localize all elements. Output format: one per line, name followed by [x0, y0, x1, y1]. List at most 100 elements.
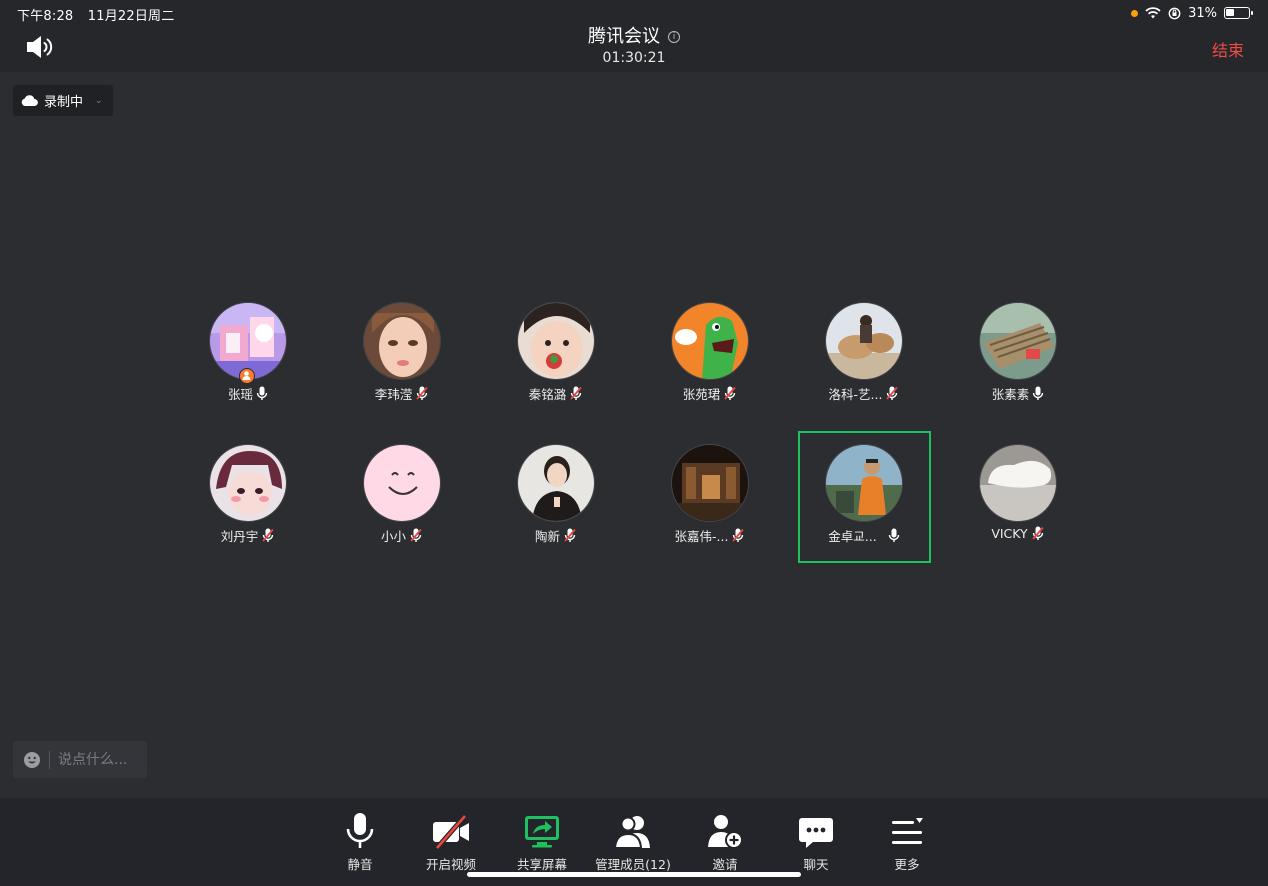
participant-tile[interactable]: 张苑珺 [650, 302, 770, 412]
top-bar: 下午8:28 11月22日周二 31% 腾讯会议 i 01:30:21 结束 [0, 0, 1268, 72]
meeting-timer: 01:30:21 [602, 50, 666, 66]
mute-button[interactable]: 静音 [320, 812, 400, 878]
invite-button[interactable]: 邀请 [685, 812, 765, 878]
meeting-screen: 下午8:28 11月22日周二 31% 腾讯会议 i 01:30:21 结束 录… [0, 0, 1268, 886]
emoji-icon[interactable] [23, 751, 41, 769]
participant-tile[interactable]: 小小 [342, 444, 462, 554]
add-user-icon [708, 815, 743, 849]
avatar [517, 302, 595, 380]
avatar [209, 444, 287, 522]
participant-name: 陶新 [534, 529, 560, 544]
mic-muted-icon [262, 528, 274, 542]
mic-muted-icon [564, 528, 576, 542]
more-button[interactable]: 更多 [867, 812, 947, 878]
mic-muted-icon [416, 386, 428, 400]
participant-tile-active[interactable]: 金卓교... [804, 444, 924, 554]
participant-tile[interactable]: 陶新 [496, 444, 616, 554]
avatar [979, 302, 1057, 380]
mic-muted-icon [724, 386, 736, 400]
input-divider [49, 750, 50, 769]
mic-muted-icon [570, 386, 582, 400]
mic-icon [256, 386, 268, 400]
participant-name-row: 张苑珺 [650, 384, 770, 403]
participant-tile[interactable]: 张瑶 [188, 302, 308, 412]
more-label: 更多 [894, 857, 920, 872]
participant-name-row: 秦铭潞 [496, 384, 616, 403]
privacy-indicator-icon [1131, 9, 1139, 17]
avatar [671, 302, 749, 380]
cloud-icon [21, 95, 38, 106]
avatar [825, 444, 903, 522]
mic-muted-icon [732, 528, 745, 542]
participant-tile[interactable]: 张嘉伟-... [650, 444, 770, 554]
avatar [517, 444, 595, 522]
battery-percent: 31% [1188, 5, 1217, 21]
meeting-title-block: 腾讯会议 i 01:30:21 [0, 22, 1268, 66]
share-screen-label: 共享屏幕 [516, 857, 567, 872]
mic-icon [888, 528, 899, 542]
home-indicator[interactable] [467, 872, 801, 877]
start-video-label: 开启视频 [425, 857, 476, 872]
participant-name: 小小 [380, 529, 406, 544]
participant-name-row: VICKY [958, 526, 1078, 541]
start-video-button[interactable]: 开启视频 [411, 812, 491, 878]
end-meeting-button[interactable]: 结束 [1212, 37, 1244, 61]
orientation-lock-icon [1168, 7, 1181, 19]
host-badge-icon [239, 368, 255, 384]
participant-name: 张素素 [991, 387, 1030, 402]
video-off-icon [433, 814, 469, 850]
avatar [671, 444, 749, 522]
recording-label: 录制中 [44, 95, 84, 110]
mic-icon [1033, 386, 1044, 400]
meeting-title[interactable]: 腾讯会议 i [0, 22, 1268, 48]
chat-label: 聊天 [803, 857, 829, 872]
chat-bubble-icon [799, 818, 833, 848]
avatar [825, 302, 903, 380]
invite-label: 邀请 [712, 857, 738, 872]
participant-tile[interactable]: 张素素 [958, 302, 1078, 412]
participant-name: 金卓교... [828, 529, 877, 544]
participant-name: 秦铭潞 [528, 387, 567, 402]
participant-name: 李玮滢 [374, 387, 413, 402]
participant-name-row: 金卓교... [804, 526, 924, 545]
status-bar-right: 31% [1131, 5, 1253, 21]
wifi-icon [1145, 7, 1161, 19]
share-screen-button[interactable]: 共享屏幕 [502, 812, 582, 878]
manage-members-label: 管理成员(12) [595, 857, 671, 872]
more-menu-icon [892, 818, 923, 844]
info-icon[interactable]: i [668, 31, 680, 43]
members-icon [613, 816, 650, 849]
avatar [363, 302, 441, 380]
mute-label: 静音 [347, 857, 373, 872]
battery-icon [1224, 7, 1253, 19]
meeting-title-text: 腾讯会议 [588, 26, 660, 47]
participant-name: 洛科-艺... [828, 387, 883, 402]
chat-input-box[interactable] [13, 741, 147, 778]
participant-tile[interactable]: 秦铭潞 [496, 302, 616, 412]
chevron-down-icon: ⌄ [95, 95, 103, 106]
participant-tile[interactable]: 李玮滢 [342, 302, 462, 412]
mic-muted-icon [886, 386, 899, 400]
mic-muted-icon [410, 528, 422, 542]
participant-name-row: 张瑶 [188, 384, 308, 403]
avatar [979, 444, 1057, 522]
participant-name-row: 刘丹宇 [188, 526, 308, 545]
participant-tile[interactable]: 洛科-艺... [804, 302, 924, 412]
manage-members-button[interactable]: 管理成员(12) [593, 812, 673, 878]
participant-name: 张苑珺 [682, 387, 721, 402]
participant-name-row: 陶新 [496, 526, 616, 545]
participant-name-row: 张嘉伟-... [650, 526, 770, 545]
participant-name-row: 李玮滢 [342, 384, 462, 403]
share-screen-icon [525, 816, 559, 848]
avatar [363, 444, 441, 522]
chat-message-input[interactable] [58, 751, 138, 768]
participant-name: 张嘉伟-... [674, 529, 729, 544]
participant-name-row: 洛科-艺... [804, 384, 924, 403]
chat-button[interactable]: 聊天 [776, 812, 856, 878]
participant-tile[interactable]: VICKY [958, 444, 1078, 554]
participant-name-row: 小小 [342, 526, 462, 545]
recording-status-button[interactable]: 录制中 ⌄ [13, 85, 113, 116]
microphone-icon [346, 813, 374, 848]
participant-tile[interactable]: 刘丹宇 [188, 444, 308, 554]
mic-muted-icon [1031, 526, 1044, 540]
